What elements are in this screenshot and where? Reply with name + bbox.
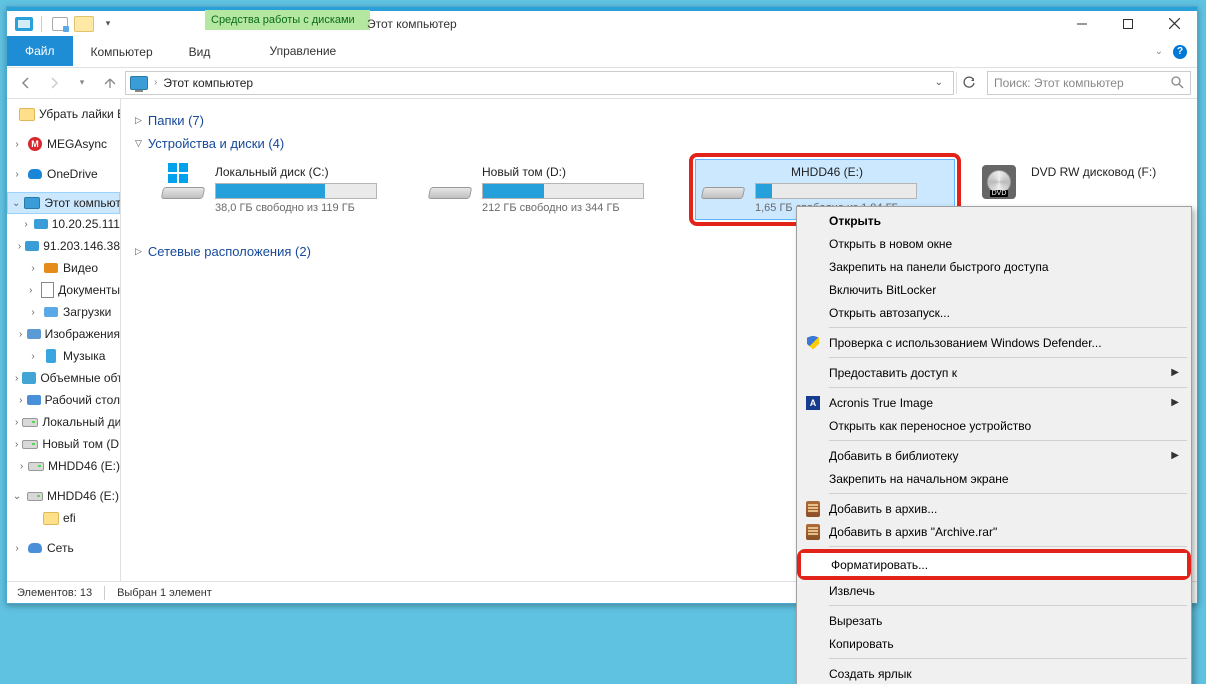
- address-text: Этот компьютер: [163, 76, 253, 90]
- cm-defender[interactable]: Проверка с использованием Windows Defend…: [799, 331, 1189, 354]
- cm-portable[interactable]: Открыть как переносное устройство: [799, 414, 1189, 437]
- dvd-icon: DVD: [977, 169, 1021, 199]
- chevron-right-icon: ▶: [1171, 367, 1179, 378]
- rar-icon: [805, 524, 821, 540]
- search-placeholder: Поиск: Этот компьютер: [994, 76, 1124, 90]
- nav-item-this-pc[interactable]: ⌄Этот компьютер: [7, 192, 120, 214]
- ribbon-expand-icon[interactable]: ⌄: [1155, 46, 1163, 57]
- nav-item[interactable]: ›91.203.146.38: [7, 235, 120, 257]
- cm-copy[interactable]: Копировать: [799, 632, 1189, 655]
- tab-file[interactable]: Файл: [7, 36, 73, 66]
- cm-acronis[interactable]: AAcronis True Image▶: [799, 391, 1189, 414]
- close-button[interactable]: [1151, 11, 1197, 36]
- chevron-right-icon: ▶: [1171, 450, 1179, 461]
- nav-item-downloads[interactable]: ›Загрузки: [7, 301, 120, 323]
- cm-archive-rar[interactable]: Добавить в архив "Archive.rar": [799, 520, 1189, 543]
- qat-new-folder-icon[interactable]: [74, 14, 94, 34]
- nav-item-network[interactable]: ›Сеть: [7, 537, 120, 559]
- qat-properties-icon[interactable]: [50, 14, 70, 34]
- capacity-bar: [482, 183, 644, 199]
- cm-shortcut[interactable]: Создать ярлык: [799, 662, 1189, 684]
- nav-back-icon[interactable]: [13, 71, 39, 95]
- context-menu: Открыть Открыть в новом окне Закрепить н…: [796, 206, 1192, 684]
- nav-item-3d[interactable]: ›Объемные объ: [7, 367, 120, 389]
- pc-icon: [130, 76, 148, 90]
- cm-bitlocker[interactable]: Включить BitLocker: [799, 278, 1189, 301]
- help-icon[interactable]: ?: [1173, 45, 1187, 59]
- drive-d[interactable]: Новый том (D:) 212 ГБ свободно из 344 ГБ: [422, 159, 679, 226]
- address-bar: ▾ › Этот компьютер ⌄ Поиск: Этот компьют…: [7, 67, 1197, 99]
- qat-dropdown-icon[interactable]: ▾: [98, 14, 118, 34]
- tab-computer[interactable]: Компьютер: [73, 36, 171, 67]
- drive-icon: [428, 169, 472, 199]
- highlight-annotation: Форматировать...: [797, 549, 1191, 580]
- cm-open[interactable]: Открыть: [799, 209, 1189, 232]
- nav-item-desktop[interactable]: ›Рабочий стол: [7, 389, 120, 411]
- capacity-bar: [215, 183, 377, 199]
- nav-item-drive-e[interactable]: ›MHDD46 (E:): [7, 455, 120, 477]
- cm-pin-start[interactable]: Закрепить на начальном экране: [799, 467, 1189, 490]
- drive-c[interactable]: Локальный диск (C:) 38,0 ГБ свободно из …: [155, 159, 412, 226]
- nav-recent-icon[interactable]: ▾: [69, 71, 95, 95]
- nav-item-drive-d[interactable]: ›Новый том (D:): [7, 433, 120, 455]
- app-icon: [15, 17, 33, 31]
- cm-archive[interactable]: Добавить в архив...: [799, 497, 1189, 520]
- maximize-button[interactable]: [1105, 11, 1151, 36]
- cm-open-new[interactable]: Открыть в новом окне: [799, 232, 1189, 255]
- rar-icon: [805, 501, 821, 517]
- nav-item[interactable]: Убрать лайки Вк: [7, 103, 120, 125]
- nav-item[interactable]: ›10.20.25.111: [7, 213, 120, 235]
- address-dropdown-icon[interactable]: ⌄: [929, 77, 949, 88]
- section-devices[interactable]: ▽Устройства и диски (4): [135, 136, 1183, 151]
- search-input[interactable]: Поиск: Этот компьютер: [987, 71, 1191, 95]
- status-count: Элементов: 13: [17, 587, 92, 599]
- status-selection: Выбран 1 элемент: [117, 587, 212, 599]
- acronis-icon: A: [805, 395, 821, 411]
- title-bar: ▾ Средства работы с дисками Этот компьют…: [7, 11, 1197, 36]
- refresh-icon[interactable]: [956, 72, 981, 94]
- section-folders[interactable]: ▷Папки (7): [135, 113, 1183, 128]
- ribbon-tabs: Файл Компьютер Вид Управление ⌄ ?: [7, 36, 1197, 68]
- drive-icon: [161, 169, 205, 199]
- cm-share[interactable]: Предоставить доступ к▶: [799, 361, 1189, 384]
- chevron-right-icon: ▶: [1171, 397, 1179, 408]
- shield-icon: [805, 335, 821, 351]
- minimize-button[interactable]: [1059, 11, 1105, 36]
- navigation-pane: Убрать лайки Вк ›MMEGAsync ›OneDrive ⌄Эт…: [7, 99, 121, 581]
- cm-cut[interactable]: Вырезать: [799, 609, 1189, 632]
- cm-library[interactable]: Добавить в библиотеку▶: [799, 444, 1189, 467]
- nav-item-mega[interactable]: ›MMEGAsync: [7, 133, 120, 155]
- cm-pin-quick[interactable]: Закрепить на панели быстрого доступа: [799, 255, 1189, 278]
- nav-item-music[interactable]: ›Музыка: [7, 345, 120, 367]
- nav-forward-icon[interactable]: [41, 71, 67, 95]
- contextual-tab-label: Средства работы с дисками: [205, 10, 370, 30]
- tab-manage[interactable]: Управление: [220, 36, 385, 66]
- nav-item-pictures[interactable]: ›Изображения: [7, 323, 120, 345]
- cm-eject[interactable]: Извлечь: [799, 579, 1189, 602]
- nav-item-efi[interactable]: efi: [7, 507, 120, 529]
- search-icon: [1171, 76, 1184, 89]
- window-title: Этот компьютер: [367, 17, 457, 31]
- capacity-bar: [755, 183, 917, 199]
- cm-autorun[interactable]: Открыть автозапуск...: [799, 301, 1189, 324]
- chevron-right-icon: ›: [154, 77, 157, 88]
- nav-item-drive-e-root[interactable]: ⌄MHDD46 (E:): [7, 485, 120, 507]
- nav-item-documents[interactable]: ›Документы: [7, 279, 120, 301]
- nav-item-onedrive[interactable]: ›OneDrive: [7, 163, 120, 185]
- nav-item-video[interactable]: ›Видео: [7, 257, 120, 279]
- cm-format[interactable]: Форматировать...: [801, 553, 1187, 576]
- nav-up-icon[interactable]: [97, 71, 123, 95]
- address-input[interactable]: › Этот компьютер ⌄: [125, 71, 954, 95]
- nav-item-drive-c[interactable]: ›Локальный ди: [7, 411, 120, 433]
